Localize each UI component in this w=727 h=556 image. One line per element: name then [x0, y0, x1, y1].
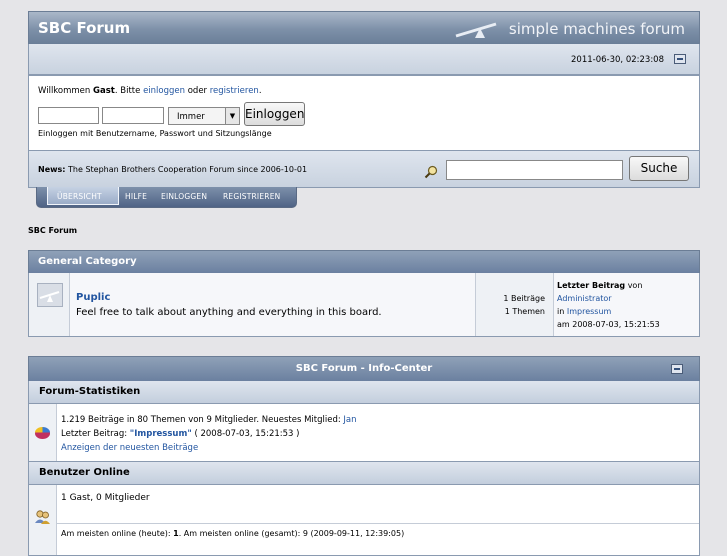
users-online-icon[interactable] — [34, 509, 51, 524]
last-post-label: Letzter Beitrag von — [557, 281, 642, 290]
last-post-label-strong: Letzter Beitrag — [557, 281, 626, 290]
board-stats-cell: 1 Beiträge 1 Themen — [476, 273, 554, 336]
tab-login[interactable]: EINLOGGEN — [161, 192, 207, 201]
username-input[interactable] — [38, 107, 99, 124]
tab-overview[interactable]: ÜBERSICHT — [57, 192, 102, 201]
tab-register[interactable]: REGISTRIEREN — [223, 192, 280, 201]
password-input[interactable] — [102, 107, 164, 124]
welcome-mid: . Bitte — [114, 86, 144, 96]
last-post-topic-link[interactable]: Impressum — [567, 307, 611, 316]
most-online-prefix: Am meisten online (heute): — [61, 529, 174, 538]
news-bar: News: The Stephan Brothers Cooperation F… — [28, 150, 700, 188]
collapse-info-center-icon[interactable] — [671, 364, 683, 374]
info-center-title: SBC Forum - Info-Center — [295, 363, 433, 374]
stats-row: 1.219 Beiträge in 80 Themen von 9 Mitgli… — [28, 404, 700, 462]
news-label: News: — [38, 165, 66, 174]
last-post-time: ( 2008-07-03, 15:21:53 ) — [191, 429, 300, 439]
main-menu: ÜBERSICHT HILFE EINLOGGEN REGISTRIEREN — [36, 187, 297, 208]
stats-chart-icon[interactable] — [34, 425, 51, 440]
board-status-icon[interactable] — [37, 283, 63, 307]
tab-help[interactable]: HILFE — [125, 192, 147, 201]
smf-logo-icon — [455, 22, 497, 38]
search-button[interactable]: Suche — [629, 156, 689, 181]
welcome-prefix: Willkommen — [38, 86, 94, 96]
last-post-topic: in Impressum — [557, 307, 611, 316]
register-link[interactable]: registrieren — [210, 86, 259, 96]
online-divider — [57, 523, 699, 524]
board-last-post-cell: Letzter Beitrag von Administrator in Imp… — [554, 273, 699, 336]
last-post-date: am 2008-07-03, 15:21:53 — [557, 320, 660, 329]
forum-title: SBC Forum — [38, 19, 131, 37]
news-content: The Stephan Brothers Cooperation Forum s… — [65, 165, 308, 174]
stats-heading[interactable]: Forum-Statistiken — [39, 386, 140, 397]
board-name-link[interactable]: Puplic — [76, 292, 110, 303]
stats-icon-cell — [29, 404, 57, 461]
most-online-text: Am meisten online (heute): 1. Am meisten… — [61, 529, 404, 538]
current-datetime: 2011-06-30, 02:23:08 — [571, 55, 664, 65]
search-input[interactable] — [446, 160, 623, 180]
brand-text: simple machines forum — [508, 20, 685, 38]
or-text: oder — [185, 86, 210, 96]
stats-summary: 1.219 Beiträge in 80 Themen von 9 Mitgli… — [61, 415, 344, 425]
stats-line-1: 1.219 Beiträge in 80 Themen von 9 Mitgli… — [61, 415, 357, 425]
online-heading[interactable]: Benutzer Online — [39, 467, 130, 478]
welcome-text: Willkommen Gast. Bitte einloggen oder re… — [38, 86, 262, 96]
board-posts-count: 1 Beiträge — [503, 294, 545, 303]
forum-header: SBC Forum simple machines forum — [28, 11, 700, 45]
login-link[interactable]: einloggen — [143, 86, 185, 96]
session-length-value: Immer — [177, 112, 205, 122]
last-post-by: von — [625, 281, 643, 290]
stats-line-2: Letzter Beitrag: "Impressum" ( 2008-07-0… — [61, 429, 299, 439]
board-icon-cell — [29, 273, 70, 336]
board-topics-count: 1 Themen — [504, 307, 545, 316]
login-hint: Einloggen mit Benutzername, Passwort und… — [38, 129, 272, 138]
date-bar: 2011-06-30, 02:23:08 — [28, 44, 700, 75]
board-main-cell: Puplic Feel free to talk about anything … — [70, 273, 476, 336]
period-text: . — [258, 86, 262, 96]
news-text: News: The Stephan Brothers Cooperation F… — [38, 165, 307, 174]
collapse-header-icon[interactable] — [674, 54, 686, 64]
last-post-prefix: Letzter Beitrag: — [61, 429, 130, 439]
login-box: Willkommen Gast. Bitte einloggen oder re… — [28, 75, 700, 151]
info-center-header: SBC Forum - Info-Center — [28, 356, 700, 382]
guest-label: Gast — [93, 86, 115, 96]
breadcrumb[interactable]: SBC Forum — [28, 226, 77, 235]
category-title[interactable]: General Category — [38, 256, 137, 267]
session-length-select[interactable]: Immer ▼ — [168, 107, 240, 125]
last-post-author-link[interactable]: Administrator — [557, 294, 612, 303]
newest-member-link[interactable]: Jan — [343, 415, 356, 425]
search-icon — [424, 165, 438, 179]
most-online-suffix: . Am meisten online (gesamt): 9 (2009-09… — [178, 529, 405, 538]
last-post-in: in — [557, 307, 567, 316]
category-header: General Category — [28, 250, 700, 274]
login-button[interactable]: Einloggen — [244, 102, 305, 126]
online-subheader: Benutzer Online — [28, 462, 700, 485]
stats-subheader: Forum-Statistiken — [28, 381, 700, 404]
last-post-topic-link-ic[interactable]: "Impressum" — [130, 429, 192, 439]
board-row: Puplic Feel free to talk about anything … — [28, 273, 700, 337]
chevron-down-icon: ▼ — [225, 108, 239, 124]
recent-posts-link[interactable]: Anzeigen der neuesten Beiträge — [61, 443, 198, 453]
online-row: 1 Gast, 0 Mitglieder Am meisten online (… — [28, 485, 700, 556]
online-count: 1 Gast, 0 Mitglieder — [61, 493, 150, 503]
board-description: Feel free to talk about anything and eve… — [76, 307, 382, 318]
